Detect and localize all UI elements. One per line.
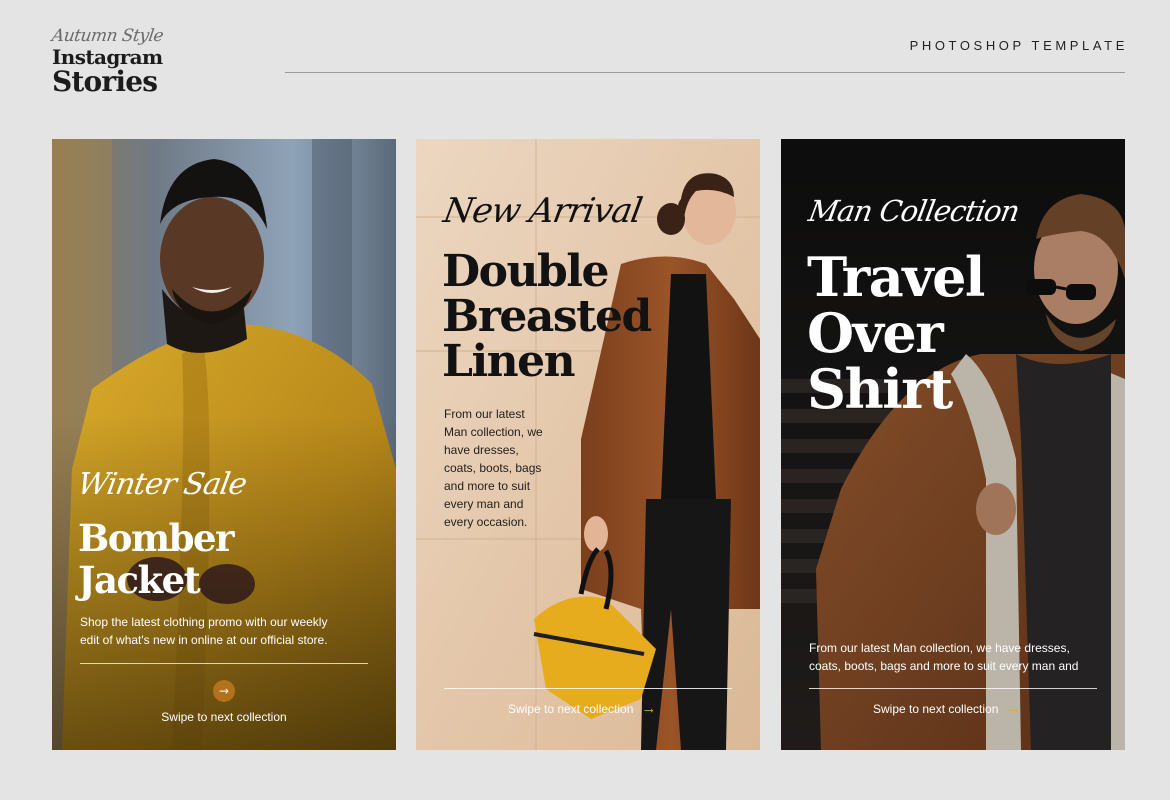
story-card-bomber-jacket[interactable]: Winter Sale Bomber Jacket Shop the lates… (52, 139, 396, 750)
card-headline-line: Shirt (807, 357, 953, 421)
story-card-travel-over-shirt[interactable]: Man Collection Travel Over Shirt From ou… (781, 139, 1125, 750)
story-card-double-breasted-linen[interactable]: New Arrival Double Breasted Linen From o… (416, 139, 760, 750)
card-divider (80, 663, 368, 664)
card-description-line: Shop the latest clothing promo with our … (80, 615, 328, 629)
swipe-next-label: Swipe to next collection (873, 702, 999, 716)
card-headline-line: Travel (807, 245, 985, 309)
brand-logo: Autumn Style Instagram Stories (50, 26, 165, 98)
card-description-line: From our latest Man collection, we have … (809, 641, 1070, 655)
card-description-line: every man and (444, 497, 524, 511)
card-description-line: edit of what's new in online at our offi… (80, 633, 328, 647)
next-arrow-button[interactable]: → (213, 680, 235, 702)
card-description-line: From our latest (444, 407, 525, 421)
card-description-line: and more to suit (444, 479, 531, 493)
card-description: From our latest Man collection, we have … (809, 639, 1109, 675)
swipe-next-link[interactable]: Swipe to next collection → (873, 700, 1021, 717)
card-photo-man-yellow-jacket (52, 139, 396, 750)
card-description-line: every occasion. (444, 515, 528, 529)
card-headline-line: Breasted (442, 291, 652, 342)
card-headline-line: Double (442, 246, 609, 297)
card-headline: Bomber Jacket (78, 516, 235, 602)
card-script-title: New Arrival (440, 191, 645, 231)
card-headline-line: Bomber (78, 516, 235, 560)
card-description-line: coats, boots, bags and more to suit ever… (809, 659, 1079, 673)
brand-script-text: Autumn Style (50, 26, 165, 46)
swipe-next-link[interactable]: Swipe to next collection → (508, 700, 656, 717)
header-tagline: PHOTOSHOP TEMPLATE (909, 38, 1128, 53)
card-description-line: have dresses, (444, 443, 519, 457)
card-headline-line: Jacket (78, 558, 201, 602)
card-headline-line: Over (807, 301, 944, 365)
card-description-line: Man collection, we (444, 425, 543, 439)
card-divider (444, 688, 732, 689)
swipe-next-label: Swipe to next collection (508, 702, 634, 716)
card-description: Shop the latest clothing promo with our … (80, 613, 360, 649)
swipe-next-link[interactable]: Swipe to next collection (52, 710, 396, 724)
card-description: From our latest Man collection, we have … (444, 405, 564, 531)
arrow-right-icon: → (1006, 700, 1022, 717)
card-headline-line: Linen (442, 336, 576, 387)
card-script-title: Winter Sale (74, 467, 249, 502)
arrow-right-icon: → (641, 700, 657, 717)
card-description-line: coats, boots, bags (444, 461, 542, 475)
card-divider (809, 688, 1097, 689)
card-headline: Travel Over Shirt (807, 245, 985, 421)
brand-title-line2: Stories (52, 65, 158, 98)
header-divider (285, 72, 1125, 73)
card-headline: Double Breasted Linen (442, 246, 652, 387)
card-script-title: Man Collection (806, 194, 1022, 228)
